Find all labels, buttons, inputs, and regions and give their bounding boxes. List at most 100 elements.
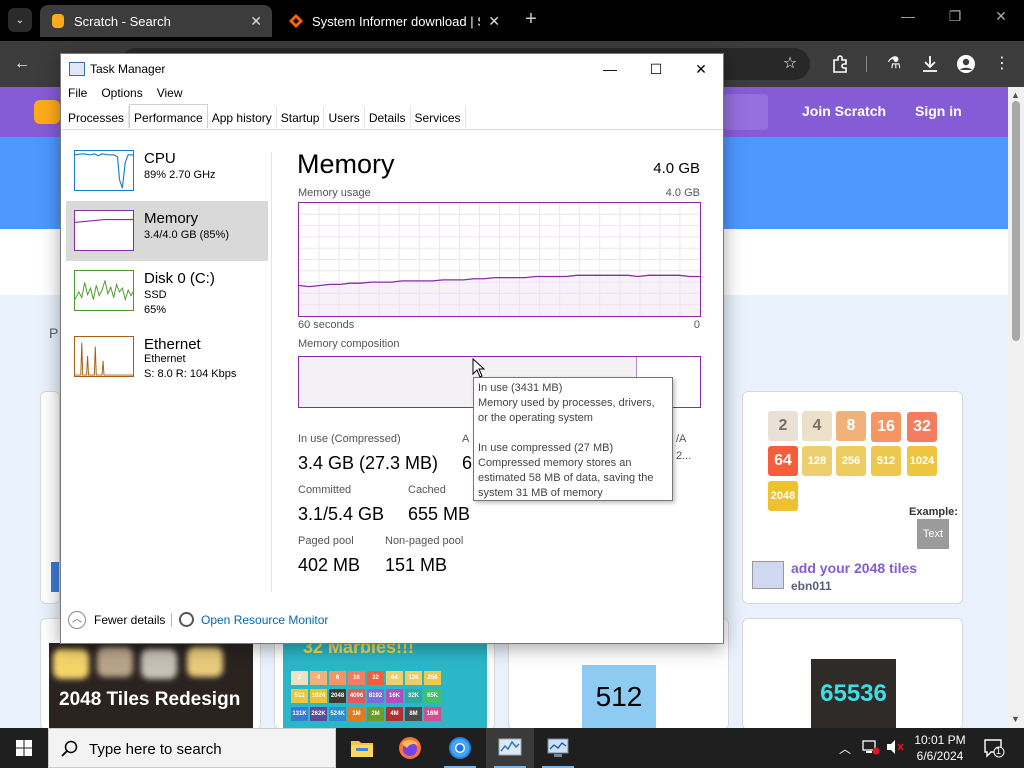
tab-startup[interactable]: Startup <box>277 106 325 128</box>
committed-value: 3.1/5.4 GB <box>298 504 385 524</box>
sidebar-item-cpu[interactable]: CPU 89% 2.70 GHz <box>66 141 268 201</box>
chrome-taskbar-icon[interactable] <box>436 728 484 768</box>
tab-users[interactable]: Users <box>324 106 365 128</box>
tooltip-line: system 31 MB of memory <box>478 487 603 499</box>
volume-muted-icon[interactable] <box>886 739 904 758</box>
tab-services[interactable]: Services <box>411 106 466 128</box>
scroll-up-icon[interactable]: ▲ <box>1011 90 1020 100</box>
fewer-details-chevron-icon[interactable]: ︿ <box>68 611 86 629</box>
start-button[interactable] <box>0 728 48 768</box>
menu-options[interactable]: Options <box>101 86 142 100</box>
project-title-link[interactable]: add your 2048 tiles <box>791 560 917 576</box>
resource-monitor-icon[interactable] <box>179 612 194 627</box>
tm-maximize-button[interactable]: ☐ <box>638 58 674 80</box>
fewer-details-link[interactable]: Fewer details <box>94 613 165 627</box>
scrollbar-thumb[interactable] <box>1012 101 1020 341</box>
join-scratch-link[interactable]: Join Scratch <box>802 103 886 119</box>
available-value: 6 <box>462 453 473 473</box>
close-tab-icon[interactable]: ✕ <box>250 13 262 30</box>
tile-2048: 2048 <box>768 481 798 511</box>
labs-flask-icon[interactable]: ⚗ <box>882 52 906 76</box>
cached-value: 655 MB <box>408 504 471 524</box>
tm-close-button[interactable]: ✕ <box>683 58 719 80</box>
tab-processes[interactable]: Processes <box>64 106 130 128</box>
mini-tile: 2048 <box>329 689 346 703</box>
browser-minimize-button[interactable]: — <box>894 8 922 24</box>
sign-in-link[interactable]: Sign in <box>915 103 962 119</box>
project-mini-thumbnail[interactable] <box>752 561 784 589</box>
memory-usage-max: 4.0 GB <box>665 187 700 199</box>
sidebar-label: Ethernet <box>144 336 201 353</box>
back-icon[interactable]: ← <box>10 52 34 76</box>
scratch-search-box[interactable] <box>724 94 768 130</box>
file-explorer-taskbar-icon[interactable] <box>338 728 386 768</box>
mini-tile: 262K <box>310 707 327 721</box>
project-thumbnail-32-marbles[interactable]: 32 Marbles!!! 2 4 8 16 32 64 128 256 512 1024 2048… <box>283 643 487 728</box>
project-author-link[interactable]: ebn011 <box>791 579 832 593</box>
taskbar-search-placeholder: Type here to search <box>89 741 222 758</box>
menu-view[interactable]: View <box>157 86 183 100</box>
bookmark-star-icon[interactable]: ☆ <box>778 52 802 76</box>
task-manager-window: Task Manager — ☐ ✕ File Options View Pro… <box>60 53 724 644</box>
project-thumbnail-512[interactable]: 512 <box>582 665 656 728</box>
tab-details[interactable]: Details <box>365 106 411 128</box>
sidebar-item-disk[interactable]: Disk 0 (C:) SSD 65% <box>66 261 268 321</box>
open-resource-monitor-link[interactable]: Open Resource Monitor <box>201 613 328 627</box>
mini-tile: 8 <box>329 671 346 685</box>
taskbar-clock[interactable]: 10:01 PM 6/6/2024 <box>913 732 967 764</box>
sidebar-label: Memory <box>144 210 199 227</box>
tab-app-history[interactable]: App history <box>208 106 277 128</box>
sidebar-item-ethernet[interactable]: Ethernet Ethernet S: 8.0 R: 104 Kbps <box>66 327 268 387</box>
taskbar-search-box[interactable]: Type here to search <box>48 728 336 768</box>
project-thumbnail-65536[interactable]: 65536 <box>811 659 896 728</box>
menu-file[interactable]: File <box>68 86 87 100</box>
tab-search-button[interactable]: ⌄ <box>8 8 32 32</box>
tooltip-line: In use (3431 MB) <box>478 382 563 394</box>
browser-tab-system-informer[interactable]: System Informer download | Sc ✕ <box>278 5 510 37</box>
notification-center-icon[interactable]: 1 <box>983 738 1005 761</box>
profile-avatar-icon[interactable] <box>954 52 978 76</box>
tm-minimize-button[interactable]: — <box>592 58 628 80</box>
project-thumbnail-2048-redesign[interactable]: 2048 Tiles Redesign <box>49 643 253 728</box>
browser-close-button[interactable]: ✕ <box>987 8 1015 25</box>
graph-time-left: 60 seconds <box>298 319 355 331</box>
browser-menu-icon[interactable]: ⋮ <box>990 52 1014 76</box>
windows-taskbar: Type here to search ︿ 10:01 PM 6/6/2024 … <box>0 728 1024 768</box>
window-title: Task Manager <box>90 62 166 76</box>
mini-tile: 4 <box>310 671 327 685</box>
network-status-icon[interactable] <box>862 739 880 758</box>
example-text-tile: Text <box>917 519 949 549</box>
thumbnail-caption: 32 Marbles!!! <box>303 643 415 657</box>
show-hidden-icons-chevron[interactable]: ︿ <box>839 740 851 757</box>
task-manager-taskbar-icon[interactable] <box>486 728 534 768</box>
paged-pool-value: 402 MB <box>298 555 361 575</box>
firefox-taskbar-icon[interactable] <box>386 728 434 768</box>
mini-tile: 4096 <box>348 689 365 703</box>
download-icon[interactable] <box>918 52 942 76</box>
example-label: Example: <box>909 506 958 518</box>
new-tab-button[interactable]: + <box>520 8 542 30</box>
memory-heading: Memory <box>297 149 395 179</box>
scratch-logo[interactable] <box>34 100 60 124</box>
scroll-down-icon[interactable]: ▼ <box>1011 714 1020 724</box>
tooltip-spacer <box>478 426 668 441</box>
extensions-icon[interactable] <box>828 52 852 76</box>
notification-count: 1 <box>996 746 1002 756</box>
result-card[interactable] <box>40 391 60 604</box>
system-monitor-taskbar-icon[interactable] <box>534 728 582 768</box>
tooltip-line: Memory used by processes, drivers, <box>478 397 655 409</box>
mouse-cursor-icon <box>472 358 486 378</box>
available-label: A <box>462 433 470 445</box>
page-scrollbar[interactable]: ▲ ▼ <box>1008 87 1024 728</box>
tab-performance[interactable]: Performance <box>129 104 208 128</box>
close-tab-icon[interactable]: ✕ <box>488 13 500 30</box>
browser-tab-scratch[interactable]: Scratch - Search ✕ <box>40 5 272 37</box>
sidebar-item-memory[interactable]: Memory 3.4/4.0 GB (85%) <box>66 201 268 261</box>
tm-tab-bar: Processes Performance App history Startu… <box>64 104 466 130</box>
sidebar-divider <box>271 152 272 592</box>
tooltip-line: or the operating system <box>478 412 593 424</box>
tile-512: 512 <box>871 446 901 476</box>
browser-restore-button[interactable]: ❐ <box>941 8 969 25</box>
graph-time-right: 0 <box>693 319 700 331</box>
task-manager-titlebar[interactable]: Task Manager — ☐ ✕ <box>61 54 723 84</box>
